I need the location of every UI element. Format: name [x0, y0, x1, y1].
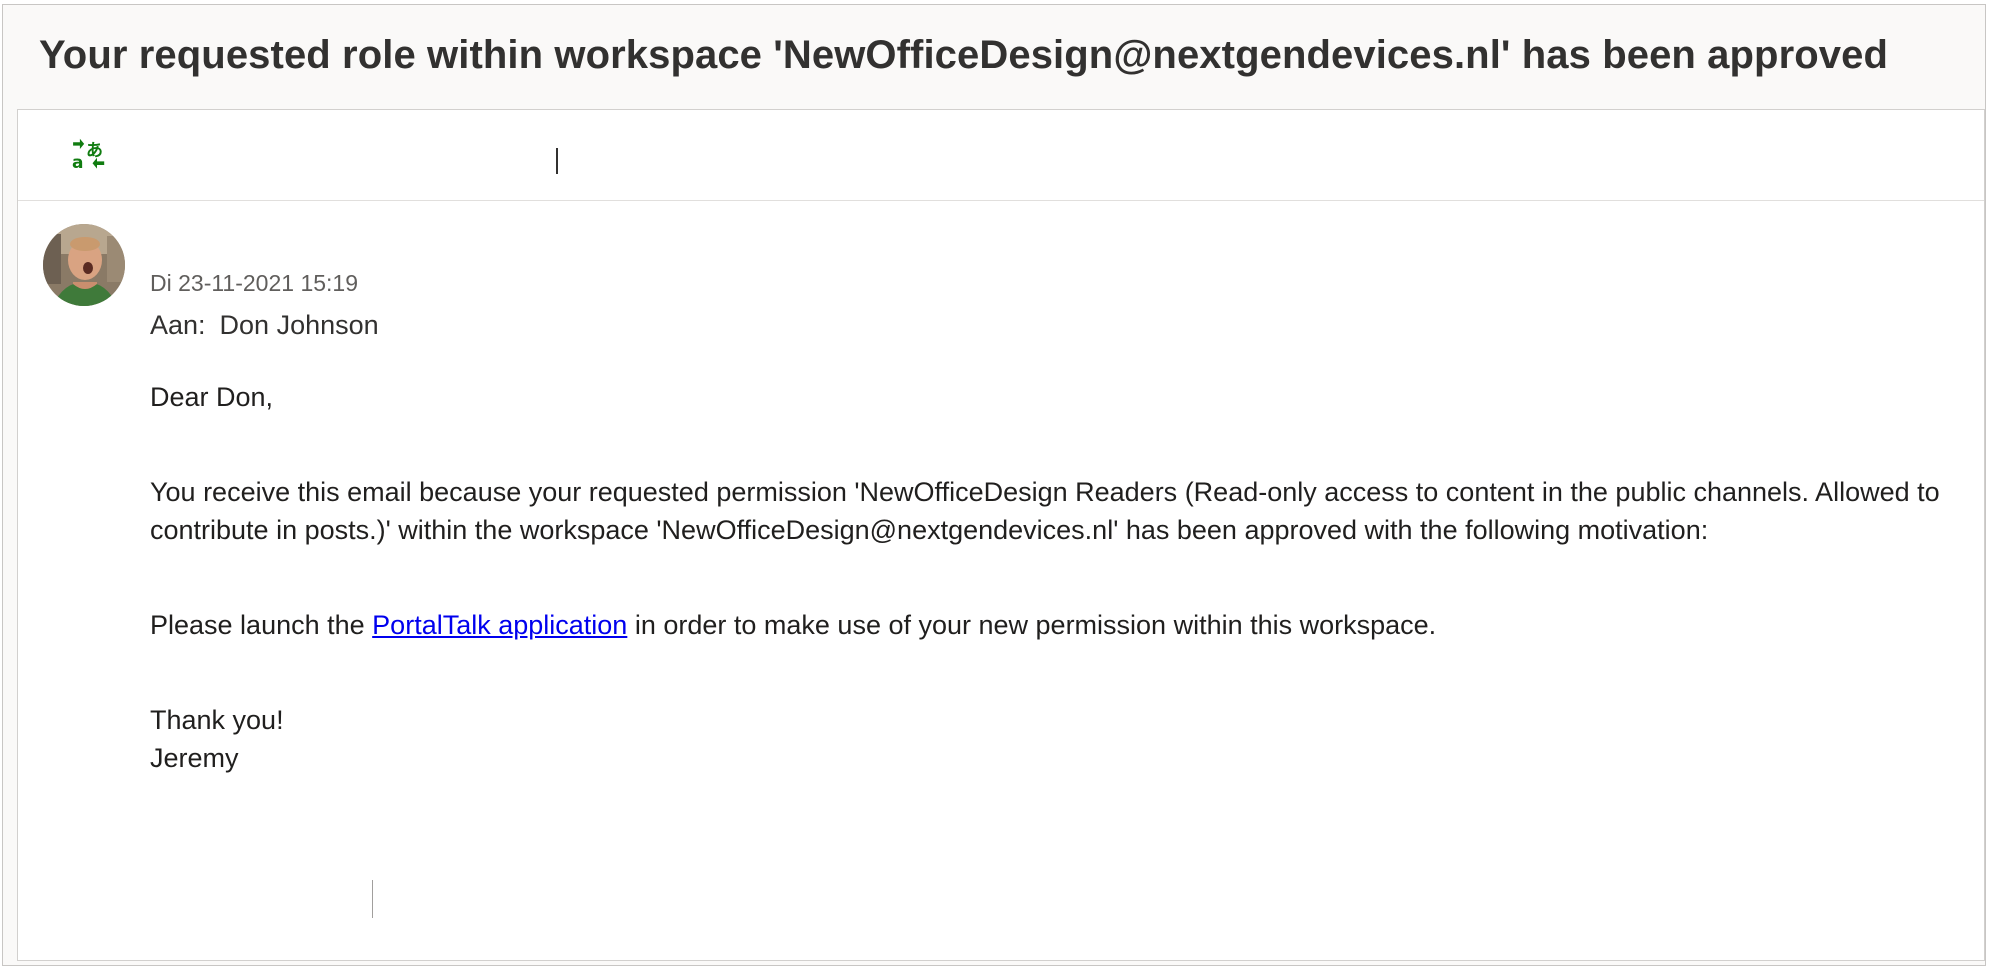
message-toolbar: a あ	[18, 110, 1984, 201]
text-cursor	[556, 148, 558, 174]
email-reading-pane: Your requested role within workspace 'Ne…	[2, 4, 1986, 966]
signature-divider	[372, 880, 373, 918]
svg-text:a: a	[72, 153, 83, 173]
recipient-name[interactable]: Don Johnson	[220, 310, 379, 340]
portaltalk-link[interactable]: PortalTalk application	[372, 610, 627, 640]
sent-date: Di 23-11-2021 15:19	[150, 270, 358, 296]
message-body: Dear Don, You receive this email because…	[150, 378, 1950, 777]
greeting: Dear Don,	[150, 382, 274, 412]
launch-text-after: in order to make use of your new permiss…	[627, 610, 1437, 640]
recipient-line: Aan: Don Johnson	[150, 310, 379, 341]
translate-button[interactable]: a あ	[68, 134, 112, 178]
sender-avatar[interactable]	[43, 224, 125, 306]
body-paragraph-permission: You receive this email because your requ…	[150, 477, 1940, 545]
email-subject: Your requested role within workspace 'Ne…	[39, 33, 1888, 77]
signature: Jeremy	[150, 743, 239, 773]
launch-text-before: Please launch the	[150, 610, 373, 640]
body-paragraph-launch: Please launch the PortalTalk application…	[150, 606, 1950, 644]
message-card: a あ Di 23-11-2021 15:19 Aan: Don Johnson…	[17, 109, 1985, 961]
svg-text:あ: あ	[86, 141, 103, 161]
translate-icon: a あ	[72, 138, 105, 173]
closing: Thank you!	[150, 705, 284, 735]
to-label: Aan:	[150, 310, 206, 340]
